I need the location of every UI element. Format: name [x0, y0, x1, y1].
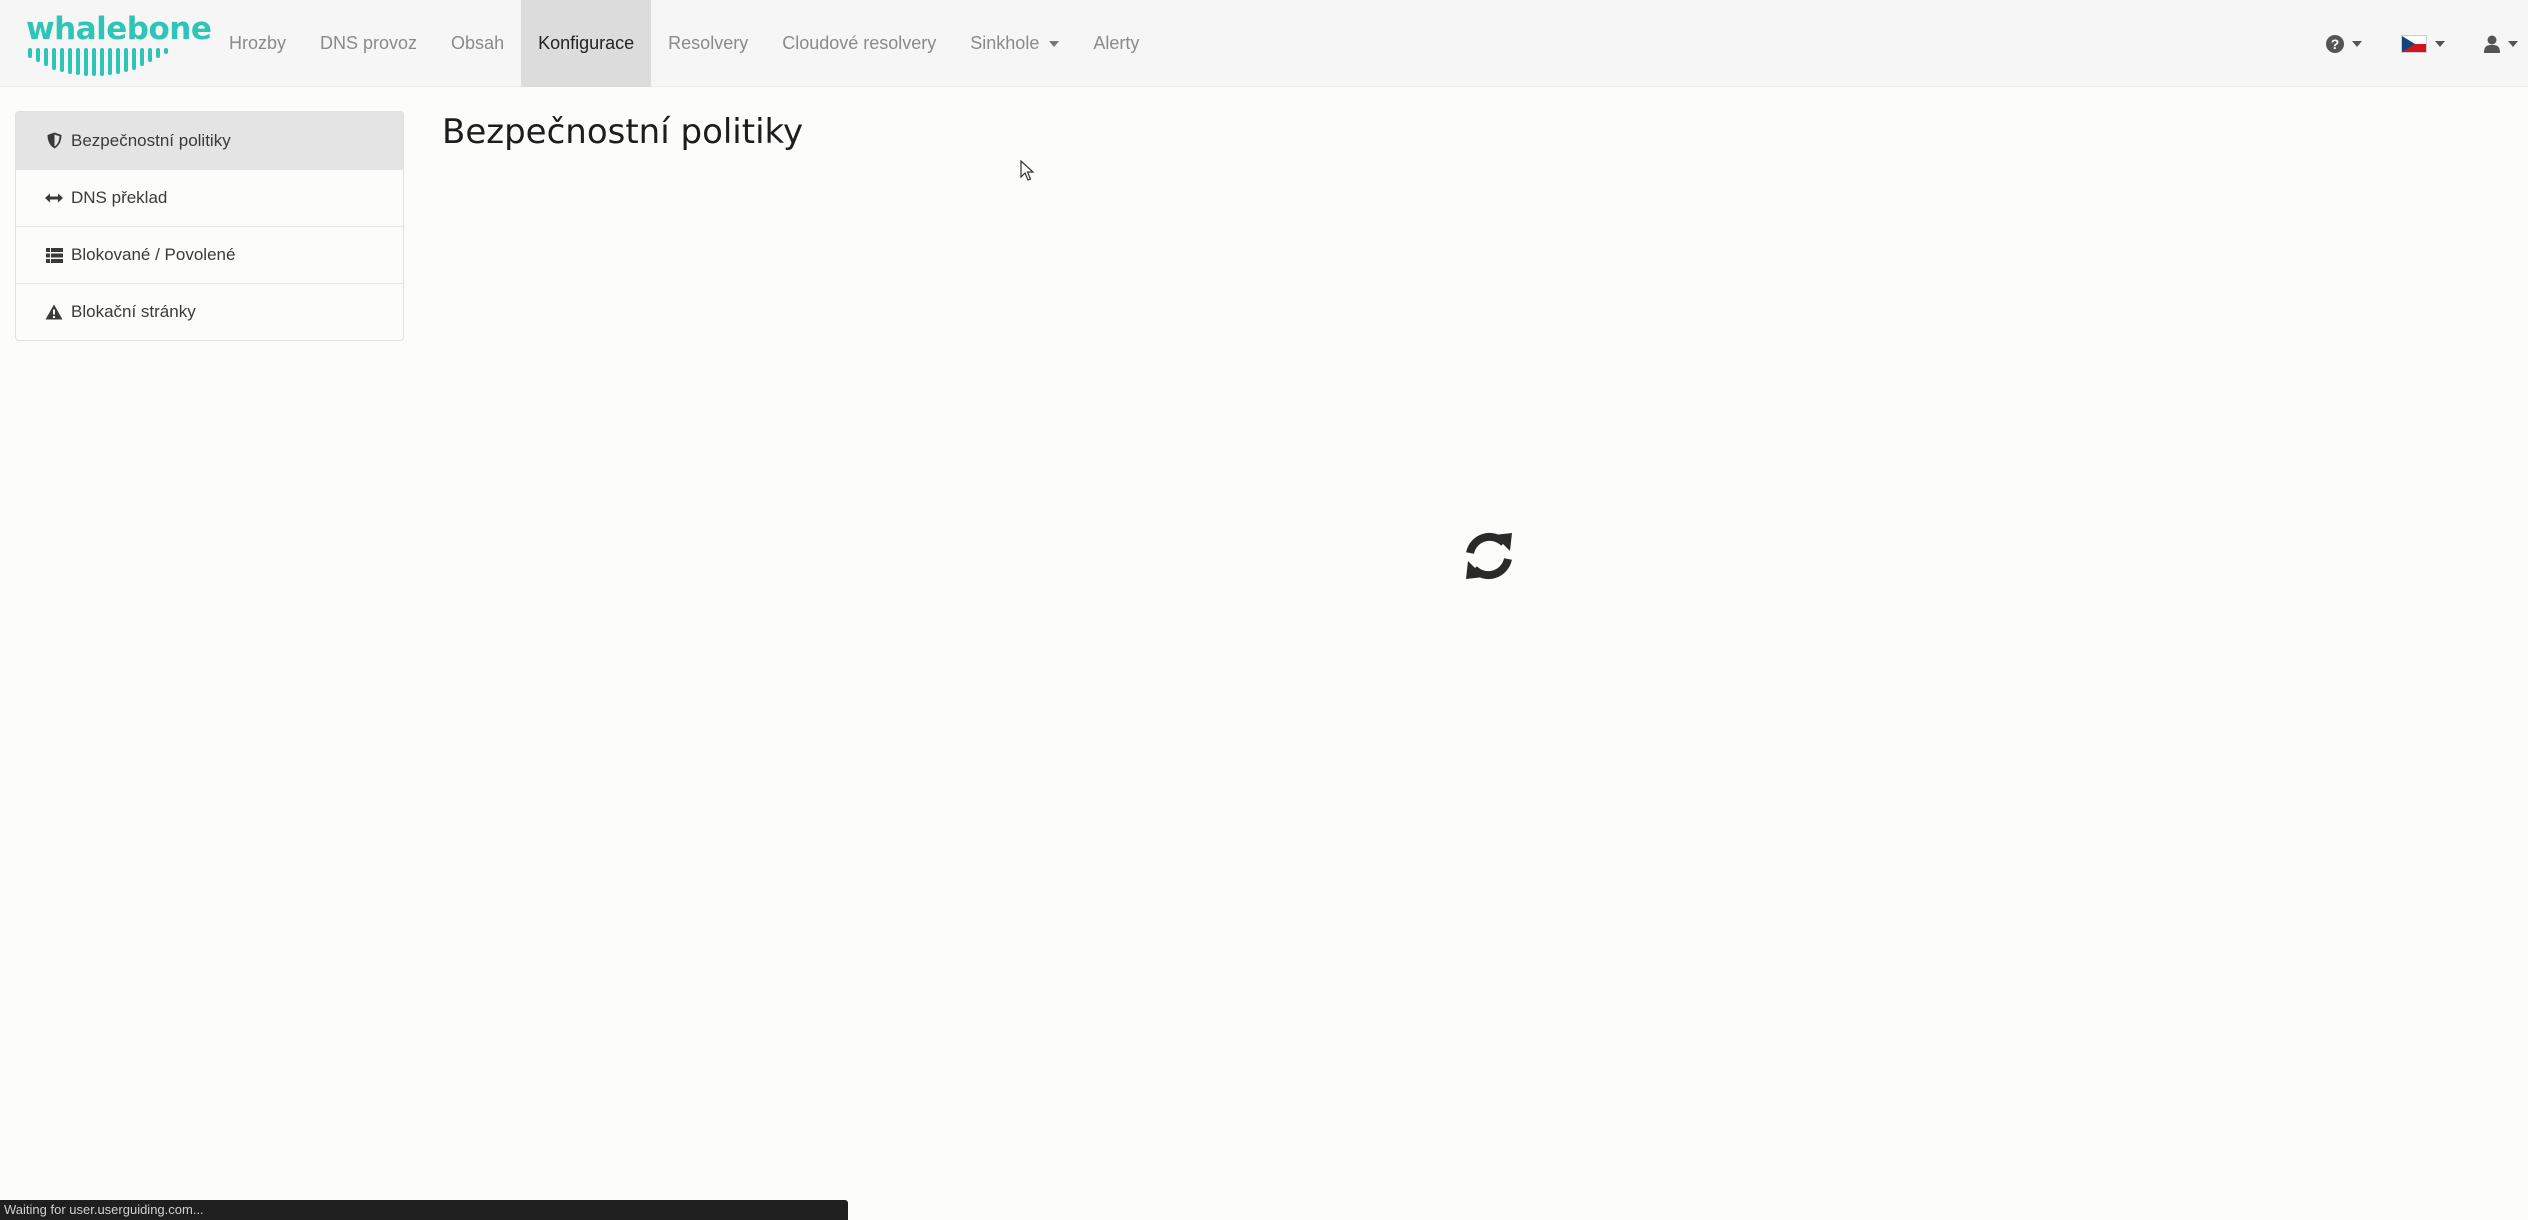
logo-text: whalebone	[26, 11, 212, 47]
sidebar-item-label: Bezpečnostní politiky	[71, 130, 231, 150]
nav-item-label: DNS provoz	[320, 33, 418, 53]
nav-item-label: Cloudové resolvery	[782, 33, 937, 53]
chevron-down-icon	[1049, 40, 1060, 47]
chevron-down-icon	[2435, 40, 2445, 47]
nav-item-cloudove-resolvery[interactable]: Cloudové resolvery	[765, 0, 953, 87]
list-icon	[45, 246, 63, 264]
shield-icon	[45, 132, 63, 150]
warning-icon	[45, 303, 63, 321]
mouse-cursor-icon	[1020, 160, 1034, 181]
sidebar-item-label: DNS překlad	[71, 188, 168, 207]
main-nav: Hrozby DNS provoz Obsah Konfigurace Reso…	[212, 0, 1156, 87]
refresh-spinner-icon	[1466, 532, 1512, 580]
nav-item-label: Hrozby	[229, 33, 287, 53]
sidebar-item-label: Blokační stránky	[71, 302, 196, 321]
nav-item-resolvery[interactable]: Resolvery	[651, 0, 765, 87]
arrows-horizontal-icon	[45, 189, 63, 207]
top-navbar: whalebone Hrozby DNS provoz Obsah Konfig…	[0, 0, 2528, 87]
czech-flag-icon	[2401, 34, 2427, 53]
sidebar-item-blokacni-stranky[interactable]: Blokační stránky	[16, 283, 403, 340]
whalebone-logo[interactable]: whalebone	[26, 12, 212, 76]
logo-wave-icon	[28, 48, 168, 76]
nav-item-label: Obsah	[451, 33, 505, 53]
help-dropdown[interactable]: ?	[2309, 34, 2379, 53]
sidebar-item-blokovane-povolene[interactable]: Blokované / Povolené	[16, 226, 403, 283]
question-circle-icon: ?	[2326, 34, 2344, 53]
nav-item-obsah[interactable]: Obsah	[434, 0, 521, 87]
user-dropdown[interactable]	[2462, 35, 2528, 53]
nav-item-label: Resolvery	[668, 33, 749, 53]
nav-item-alerty[interactable]: Alerty	[1076, 0, 1156, 87]
nav-item-sinkhole[interactable]: Sinkhole	[953, 0, 1076, 87]
page-title: Bezpečnostní politiky	[442, 112, 804, 152]
browser-status-bar: Waiting for user.userguiding.com...	[0, 1200, 848, 1220]
nav-item-hrozby[interactable]: Hrozby	[212, 0, 303, 87]
nav-item-dns-provoz[interactable]: DNS provoz	[303, 0, 434, 87]
language-dropdown[interactable]	[2379, 34, 2462, 53]
nav-item-label: Konfigurace	[538, 33, 635, 53]
nav-item-konfigurace[interactable]: Konfigurace	[521, 0, 652, 87]
user-icon	[2484, 35, 2500, 53]
sidebar-item-dns-preklad[interactable]: DNS překlad	[16, 169, 403, 226]
nav-item-label: Sinkhole	[970, 33, 1040, 53]
chevron-down-icon	[2508, 40, 2518, 47]
nav-right: ?	[2309, 0, 2528, 87]
config-sidebar: Bezpečnostní politiky DNS překlad Blokov…	[15, 111, 404, 341]
chevron-down-icon	[2352, 40, 2362, 47]
sidebar-item-bezpecnostni-politiky[interactable]: Bezpečnostní politiky	[16, 112, 403, 169]
sidebar-item-label: Blokované / Povolené	[71, 245, 236, 264]
nav-item-label: Alerty	[1093, 33, 1140, 53]
